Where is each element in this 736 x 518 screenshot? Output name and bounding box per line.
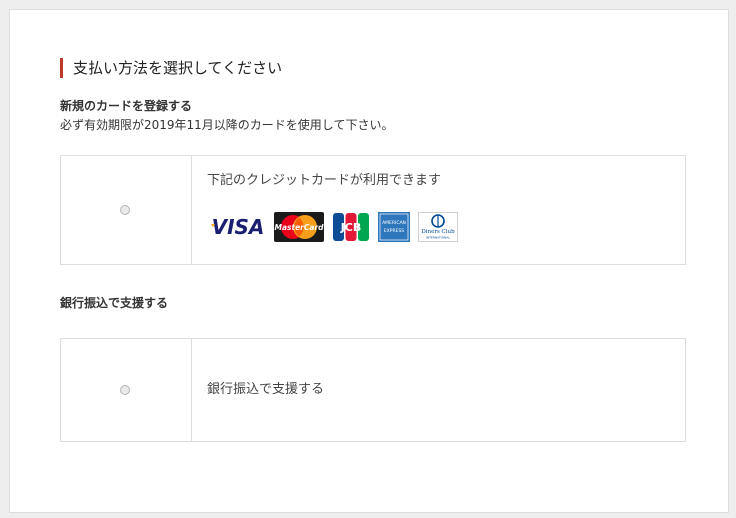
svg-text:INTERNATIONAL: INTERNATIONAL <box>426 236 450 240</box>
card-radio-cell[interactable] <box>61 156 192 264</box>
mastercard-logo: MasterCard <box>274 212 324 242</box>
jcb-logo-text: JCB <box>340 221 362 234</box>
visa-logo-text: VISA <box>212 215 265 239</box>
mastercard-logo-text: MasterCard <box>275 223 325 232</box>
amex-logo: AMERICAN EXPRESS <box>378 212 410 242</box>
card-radio-button[interactable] <box>120 205 130 215</box>
card-option[interactable]: 下記のクレジットカードが利用できます VISA MasterCard JCB A… <box>60 155 686 265</box>
diners-club-logo: Diners Club INTERNATIONAL <box>418 212 458 242</box>
bank-radio-cell[interactable] <box>61 339 192 441</box>
section-title: 支払い方法を選択してください <box>60 58 282 78</box>
visa-logo: VISA <box>208 212 268 242</box>
bank-radio-button[interactable] <box>120 385 130 395</box>
bank-transfer-option[interactable]: 銀行振込で支援する <box>60 338 686 442</box>
svg-text:AMERICAN: AMERICAN <box>382 220 406 226</box>
card-section-heading: 新規のカードを登録する <box>60 99 193 113</box>
card-expiry-note: 必ず有効期限が2019年11月以降のカードを使用して下さい。 <box>60 118 394 132</box>
svg-text:Diners Club: Diners Club <box>421 229 455 235</box>
svg-text:EXPRESS: EXPRESS <box>384 228 404 234</box>
card-option-text: 下記のクレジットカードが利用できます <box>207 173 442 188</box>
bank-option-text: 銀行振込で支援する <box>207 382 325 397</box>
jcb-logo: JCB <box>332 212 370 242</box>
payment-panel: 支払い方法を選択してください 新規のカードを登録する 必ず有効期限が2019年1… <box>9 9 729 513</box>
bank-section-heading: 銀行振込で支援する <box>60 296 169 310</box>
